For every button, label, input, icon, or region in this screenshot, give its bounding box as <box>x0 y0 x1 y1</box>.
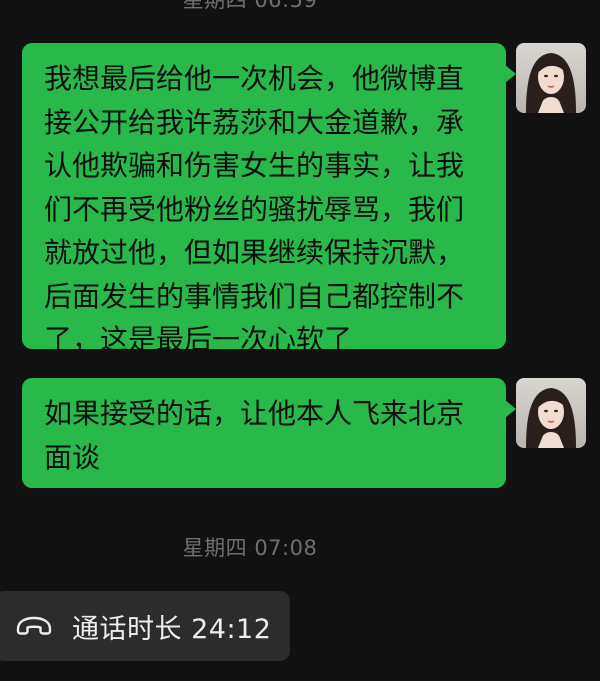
timestamp: 星期四 07:08 <box>182 536 318 560</box>
avatar-image <box>516 43 586 113</box>
timestamp: 星期四 06:59 <box>182 0 318 12</box>
avatar[interactable] <box>516 43 586 113</box>
avatar-image <box>516 378 586 448</box>
call-record-bubble[interactable]: 通话时长 24:12 <box>0 591 290 661</box>
phone-hangup-icon <box>14 614 54 638</box>
call-duration-label: 通话时长 24:12 <box>72 613 272 645</box>
sent-message-bubble[interactable]: 我想最后给他一次机会，他微博直接公开给我许荔莎和大金道歉，承认他欺骗和伤害女生的… <box>22 43 516 356</box>
sent-message-bubble[interactable]: 如果接受的话，让他本人飞来北京面谈 <box>22 378 516 488</box>
avatar[interactable] <box>516 378 586 448</box>
